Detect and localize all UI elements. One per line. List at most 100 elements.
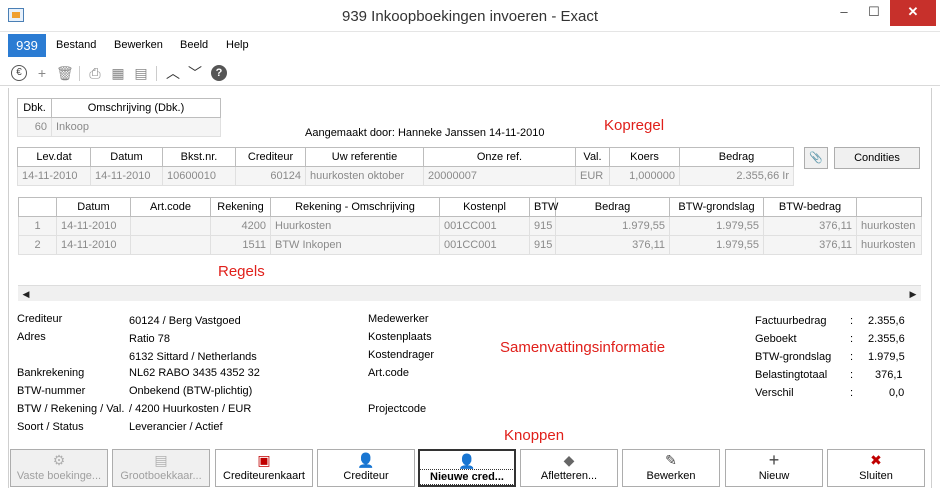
new-button[interactable]: + Nieuw — [725, 449, 823, 487]
close-button[interactable]: ✖ Sluiten — [827, 449, 925, 487]
column-header — [18, 197, 57, 217]
annotation-regels: Regels — [218, 263, 265, 280]
match-button[interactable]: ◆ Afletteren... — [520, 449, 618, 487]
summary-value: Ratio 78 — [129, 333, 170, 345]
summary-label: Bankrekening — [17, 367, 85, 379]
column-header: BTW — [529, 197, 558, 217]
ledger-card-button[interactable]: ▤ Grootboekkaar... — [112, 449, 210, 487]
summary-label: Soort / Status — [17, 421, 84, 433]
close-window-button[interactable]: ✕ — [890, 0, 936, 26]
down-icon[interactable]: ﹀ — [187, 65, 203, 81]
line-vat-base-cell[interactable]: 1.979,55 — [669, 216, 764, 236]
line-amount-cell[interactable]: 1.979,55 — [555, 216, 670, 236]
scroll-left-icon[interactable]: ◀ — [19, 287, 33, 301]
column-header — [856, 197, 922, 217]
euro-icon[interactable]: € — [11, 65, 27, 81]
line-account-description-cell[interactable]: Huurkosten — [270, 216, 440, 236]
line-description-cell[interactable]: huurkosten — [856, 216, 922, 236]
total-separator: : — [850, 387, 854, 399]
note-icon[interactable]: ▤ — [133, 65, 149, 81]
pencil-icon: ✎ — [665, 452, 677, 468]
line-account-description-cell[interactable]: BTW Inkopen — [270, 235, 440, 255]
total-value: 376,1 — [875, 369, 903, 381]
total-value: 1.979,5 — [868, 351, 905, 363]
button-label: Grootboekkaar... — [120, 470, 202, 482]
total-separator: : — [850, 333, 854, 345]
summary-value: 60124 / Berg Vastgoed — [129, 315, 241, 327]
total-separator: : — [850, 351, 854, 363]
creditor-field[interactable]: 60124 — [235, 166, 306, 186]
card-icon: ▣ — [257, 452, 271, 468]
total-label: Factuurbedrag — [755, 315, 827, 327]
edit-button[interactable]: ✎ Bewerken — [622, 449, 720, 487]
column-header: Bedrag — [555, 197, 670, 217]
journal-description-field[interactable]: Inkoop — [51, 117, 221, 137]
menu-bestand[interactable]: Bestand — [56, 39, 96, 51]
column-header: Kostenpl — [439, 197, 530, 217]
summary-label: Projectcode — [368, 403, 427, 415]
table-row[interactable]: 2 14-11-2010 1511 BTW Inkopen 001CC001 9… — [18, 235, 922, 255]
scroll-right-icon[interactable]: ▶ — [906, 287, 920, 301]
preview-icon[interactable]: ⎙ — [87, 65, 103, 81]
date-field[interactable]: 14-11-2010 — [90, 166, 163, 186]
delivery-date-field[interactable]: 14-11-2010 — [17, 166, 91, 186]
creditor-button[interactable]: 👤 Crediteur — [317, 449, 415, 487]
line-vat-amount-cell[interactable]: 376,11 — [763, 235, 857, 255]
line-account-cell[interactable]: 4200 — [210, 216, 271, 236]
line-vat-base-cell[interactable]: 1.979,55 — [669, 235, 764, 255]
gear-icon: ⚙ — [52, 452, 66, 468]
grid-icon[interactable]: ▦ — [110, 65, 126, 81]
line-vat-cell[interactable]: 915 — [529, 216, 556, 236]
minimize-button[interactable]: – — [828, 0, 860, 26]
line-amount-cell[interactable]: 376,11 — [555, 235, 670, 255]
line-date-cell[interactable]: 14-11-2010 — [56, 235, 131, 255]
new-creditor-button[interactable]: 👤 Nieuwe cred... — [418, 449, 516, 487]
journal-code-field[interactable]: 60 — [17, 117, 52, 137]
menu-help[interactable]: Help — [226, 39, 249, 51]
annotation-summary: Samenvattingsinformatie — [500, 339, 666, 356]
line-cost-center-cell[interactable]: 001CC001 — [439, 235, 530, 255]
menu-bewerken[interactable]: Bewerken — [114, 39, 163, 51]
your-reference-field[interactable]: huurkosten oktober — [305, 166, 424, 186]
attachment-button[interactable]: 📎 — [804, 147, 828, 169]
add-icon[interactable]: + — [34, 65, 50, 81]
line-vat-amount-cell[interactable]: 376,11 — [763, 216, 857, 236]
maximize-button[interactable]: ☐ — [858, 0, 890, 26]
help-icon[interactable]: ? — [211, 65, 227, 81]
fixed-entries-button[interactable]: ⚙ Vaste boekinge... — [10, 449, 108, 487]
line-cost-center-cell[interactable]: 001CC001 — [439, 216, 530, 236]
line-article-cell[interactable] — [130, 235, 211, 255]
up-icon[interactable]: ︿ — [165, 65, 181, 81]
lines-grid: Datum Art.code Rekening Rekening - Omsch… — [18, 197, 922, 255]
ledger-icon: ▤ — [154, 452, 168, 468]
line-article-cell[interactable] — [130, 216, 211, 236]
line-date-cell[interactable]: 14-11-2010 — [56, 216, 131, 236]
currency-field[interactable]: EUR — [575, 166, 610, 186]
line-account-cell[interactable]: 1511 — [210, 235, 271, 255]
line-vat-cell[interactable]: 915 — [529, 235, 556, 255]
button-label: Crediteurenkaart — [223, 470, 305, 482]
annotation-kopregel: Kopregel — [604, 117, 665, 134]
line-description-cell[interactable]: huurkosten — [856, 235, 922, 255]
amount-field[interactable]: 2.355,66 Ir — [679, 166, 794, 186]
delete-icon[interactable]: 🗑 — [56, 65, 74, 81]
title-bar: 939 Inkoopboekingen invoeren - Exact – ☐… — [0, 0, 940, 32]
menu-beeld[interactable]: Beeld — [180, 39, 208, 51]
column-header: Lev.dat — [17, 147, 91, 167]
condities-button[interactable]: Condities — [834, 147, 920, 169]
creditor-card-button[interactable]: ▣ Crediteurenkaart — [215, 449, 313, 487]
our-reference-field[interactable]: 20000007 — [423, 166, 576, 186]
total-label: Geboekt — [755, 333, 797, 345]
summary-label: BTW / Rekening / Val. — [17, 403, 125, 415]
exchange-rate-field[interactable]: 1,000000 — [609, 166, 680, 186]
total-separator: : — [850, 315, 854, 327]
table-row[interactable]: 1 14-11-2010 4200 Huurkosten 001CC001 91… — [18, 216, 922, 236]
column-header: Art.code — [130, 197, 211, 217]
column-header: Onze ref. — [423, 147, 576, 167]
amount-value: 2.355,66 — [736, 170, 780, 182]
document-number-field[interactable]: 10600010 — [162, 166, 236, 186]
button-label: Crediteur — [343, 470, 389, 482]
column-header: Bkst.nr. — [162, 147, 236, 167]
button-label: Sluiten — [859, 470, 893, 482]
horizontal-scrollbar[interactable]: ◀ ▶ — [18, 285, 921, 301]
